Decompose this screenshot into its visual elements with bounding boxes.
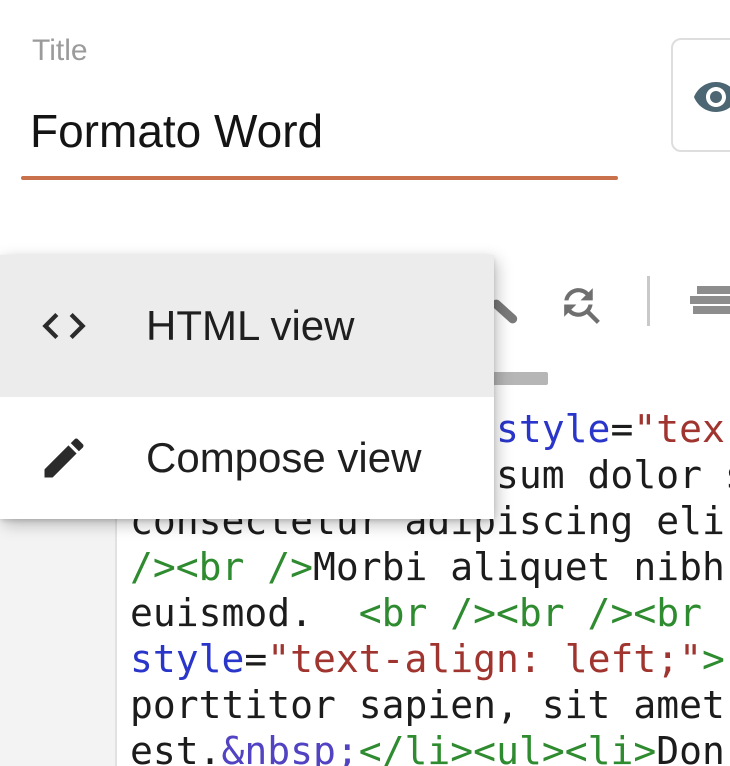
code-line: euismod. <br /><br /><br xyxy=(130,591,702,635)
title-field-underline xyxy=(21,176,618,180)
menu-item-label: Compose view xyxy=(146,434,422,481)
pencil-icon xyxy=(44,438,84,478)
menu-item-html-view[interactable]: HTML view xyxy=(0,255,494,397)
code-line: porttitor sapien, sit amet xyxy=(130,683,725,727)
find-replace-icon[interactable] xyxy=(556,280,605,329)
code-line: est.&nbsp;</li><ul><li>Don xyxy=(130,729,725,766)
align-right-icon[interactable] xyxy=(690,286,730,316)
title-input[interactable]: Formato Word xyxy=(30,104,323,158)
view-menu: HTML view Compose view xyxy=(0,255,494,519)
menu-item-label: HTML view xyxy=(146,302,355,349)
title-field-label: Title xyxy=(32,34,88,67)
horizontal-scrollbar-thumb[interactable] xyxy=(488,372,548,385)
menu-item-compose-view[interactable]: Compose view xyxy=(0,397,494,519)
partial-toolbar-icon[interactable] xyxy=(489,297,520,326)
toolbar-divider xyxy=(647,276,650,326)
code-line: /><br />Morbi aliquet nibh xyxy=(130,545,725,589)
post-editor-screen: Title Formato Word style="tex sum dolor s… xyxy=(0,0,730,766)
eye-icon xyxy=(694,82,730,112)
code-icon xyxy=(42,313,86,339)
code-line: style="text-align: left;"> xyxy=(130,637,725,681)
